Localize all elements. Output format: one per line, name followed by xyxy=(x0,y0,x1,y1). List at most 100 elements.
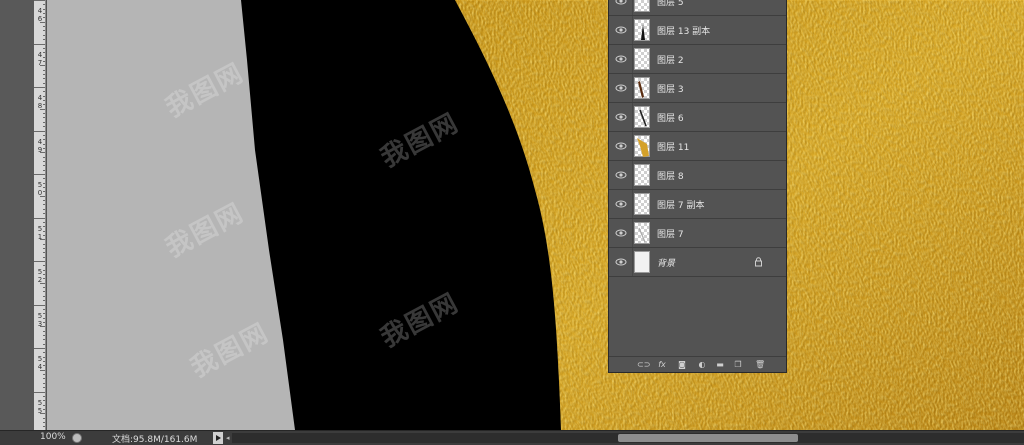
link-icon[interactable]: ⊂⊃ xyxy=(637,360,650,370)
layer-thumbnail[interactable] xyxy=(634,77,650,99)
layer-row[interactable]: 图层 11 xyxy=(609,132,786,161)
ruler-tick xyxy=(43,91,45,93)
ruler-tick xyxy=(34,261,45,262)
layer-row[interactable]: 图层 3 xyxy=(609,74,786,103)
ruler-tick xyxy=(34,130,45,132)
ruler-label: 5 xyxy=(37,398,43,407)
ruler-tick xyxy=(43,339,45,341)
folder-icon[interactable]: ▬ xyxy=(715,360,725,370)
zoom-level[interactable]: 100% xyxy=(40,432,66,442)
ruler-label: 6 xyxy=(37,15,43,23)
layer-row[interactable]: 图层 8 xyxy=(609,161,786,190)
eye-icon[interactable] xyxy=(615,140,627,152)
status-menu-arrow-icon[interactable] xyxy=(213,432,223,444)
layer-name[interactable]: 图层 6 xyxy=(657,111,684,124)
layer-name[interactable]: 图层 2 xyxy=(657,53,684,66)
eye-icon[interactable] xyxy=(615,111,627,123)
ruler-tick xyxy=(43,165,45,167)
ruler-tick xyxy=(43,295,45,297)
eye-icon[interactable] xyxy=(615,24,627,36)
ruler-tick xyxy=(43,221,45,223)
layer-row[interactable]: 背景 xyxy=(609,248,786,277)
layer-name[interactable]: 图层 7 副本 xyxy=(657,198,704,211)
visibility-toggle[interactable] xyxy=(609,74,633,102)
ruler-tick xyxy=(43,300,45,302)
vertical-ruler[interactable]: 46474849505152535455 xyxy=(34,0,46,430)
layer-thumbnail[interactable] xyxy=(634,19,650,41)
fx-icon[interactable]: fx xyxy=(657,360,667,370)
document-status-icon[interactable] xyxy=(72,433,82,443)
ruler-tick xyxy=(43,30,45,32)
ruler-tick xyxy=(43,47,45,49)
visibility-toggle[interactable] xyxy=(609,45,633,73)
visibility-toggle[interactable] xyxy=(609,161,633,189)
layer-name[interactable]: 图层 3 xyxy=(657,82,684,95)
ruler-tick xyxy=(43,26,45,28)
layer-name[interactable]: 图层 5 xyxy=(657,0,684,8)
status-bar: 100% 文档:95.8M/161.6M ◂ xyxy=(0,430,1024,445)
layer-thumbnail[interactable] xyxy=(634,193,650,215)
eye-icon[interactable] xyxy=(615,198,627,210)
visibility-toggle[interactable] xyxy=(609,248,633,276)
visibility-toggle[interactable] xyxy=(609,16,633,44)
layer-row[interactable]: 图层 6 xyxy=(609,103,786,132)
layer-row[interactable]: 图层 7 xyxy=(609,219,786,248)
ruler-tick xyxy=(43,417,45,419)
layer-thumbnail[interactable] xyxy=(634,0,650,12)
ruler-tick xyxy=(43,291,45,293)
visibility-toggle[interactable] xyxy=(609,103,633,131)
layer-name[interactable]: 背景 xyxy=(657,256,675,269)
ruler-tick xyxy=(43,134,45,136)
eye-icon[interactable] xyxy=(615,82,627,94)
layer-row[interactable]: 图层 7 副本 xyxy=(609,190,786,219)
layer-name[interactable]: 图层 8 xyxy=(657,169,684,182)
layer-thumbnail[interactable] xyxy=(634,48,650,70)
eye-icon[interactable] xyxy=(615,256,627,268)
ruler-label: 2 xyxy=(37,276,43,284)
ruler-tick xyxy=(43,34,45,36)
layer-name[interactable]: 图层 13 副本 xyxy=(657,24,710,37)
ruler-tick xyxy=(34,0,45,1)
layer-thumbnail[interactable] xyxy=(634,251,650,273)
ruler-label: 7 xyxy=(37,58,43,67)
ruler-tick xyxy=(43,156,45,158)
visibility-toggle[interactable] xyxy=(609,132,633,160)
ruler-label: 5 xyxy=(37,355,43,363)
document-size-info: 文档:95.8M/161.6M xyxy=(112,435,198,445)
photoshop-window: 46474849505152535455 我图网 我图网 我图网 我图网 我图网… xyxy=(0,0,1024,445)
new-layer-icon[interactable]: ❐ xyxy=(733,360,743,370)
ruler-tick xyxy=(43,395,45,397)
layer-name[interactable]: 图层 11 xyxy=(657,140,689,153)
ruler-label: 4 xyxy=(37,94,43,102)
adjustment-icon[interactable]: ◐ xyxy=(697,360,707,370)
layer-thumbnail[interactable] xyxy=(634,164,650,186)
ruler-tick xyxy=(34,87,45,88)
visibility-toggle[interactable] xyxy=(609,0,633,15)
scroll-left-arrow-icon[interactable]: ◂ xyxy=(226,434,230,442)
ruler-tick xyxy=(43,243,45,245)
mask-icon[interactable]: ◙ xyxy=(677,360,687,370)
eye-icon[interactable] xyxy=(615,53,627,65)
eye-icon[interactable] xyxy=(615,169,627,181)
ruler-tick xyxy=(43,204,45,206)
layer-thumbnail[interactable] xyxy=(634,222,650,244)
layer-thumbnail[interactable] xyxy=(634,106,650,128)
layer-thumbnail[interactable] xyxy=(634,135,650,157)
ruler-label: 5 xyxy=(37,311,43,320)
trash-icon[interactable]: 🗑 xyxy=(755,360,765,370)
document-canvas[interactable]: 我图网 我图网 我图网 我图网 我图网 xyxy=(47,0,1024,430)
ruler-tick xyxy=(43,382,45,384)
ruler-tick xyxy=(43,169,45,171)
layer-name[interactable]: 图层 7 xyxy=(657,227,684,240)
visibility-toggle[interactable] xyxy=(609,190,633,218)
horizontal-scrollbar-thumb[interactable] xyxy=(618,434,798,442)
layer-row[interactable]: 图层 5 xyxy=(609,0,786,16)
visibility-toggle[interactable] xyxy=(609,219,633,247)
ruler-tick xyxy=(43,287,45,289)
layers-panel-footer: ⊂⊃ fx ◙ ◐ ▬ ❐ 🗑 xyxy=(609,356,786,372)
ruler-label: 4 xyxy=(37,363,43,371)
layer-row[interactable]: 图层 13 副本 xyxy=(609,16,786,45)
layer-row[interactable]: 图层 2 xyxy=(609,45,786,74)
eye-icon[interactable] xyxy=(615,0,627,7)
eye-icon[interactable] xyxy=(615,227,627,239)
